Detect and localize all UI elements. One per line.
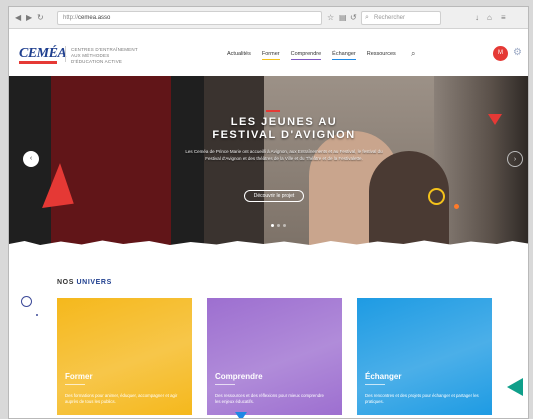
forward-arrow-icon[interactable]: ▶ (26, 13, 32, 23)
nav-item[interactable]: Ressources (367, 51, 396, 57)
hero-description: Les Ceméa de Prince Marie ont accueilli … (185, 149, 383, 161)
reload-small-icon[interactable]: ↺ (350, 13, 357, 23)
decorative-blue-ring (21, 296, 32, 307)
hero-banner: LES JEUNES AU FESTIVAL D'AVIGNON Les Cem… (9, 76, 528, 246)
logo-text: CEMÉA (19, 46, 67, 61)
user-avatar[interactable]: M (493, 46, 508, 61)
nav-item-underline (332, 59, 356, 60)
card-underline (65, 384, 85, 385)
site-header: CEMÉA CENTRES D'ENTRAÎNEMENT AUX MÉTHODE… (9, 30, 528, 76)
nav-item[interactable]: Comprendre (290, 51, 322, 60)
logo-separator (65, 46, 66, 62)
card-underline (365, 384, 385, 385)
card-former[interactable]: Former Des formations pour animer, éduqu… (57, 298, 192, 415)
carousel-dot[interactable] (271, 224, 274, 227)
nav-item-underline (290, 59, 322, 60)
hero-title-line-2: FESTIVAL D'AVIGNON (212, 129, 356, 141)
card-label: Former (65, 372, 93, 381)
site-tagline: CENTRES D'ENTRAÎNEMENT AUX MÉTHODES D'ÉD… (71, 47, 138, 64)
decorative-red-triangle (36, 161, 74, 209)
nav-item-underline (261, 59, 280, 60)
main-nav: Actualités Former Comprendre Échanger Ressou… (227, 51, 396, 60)
section-title-univers: NOS UNIVERS (57, 279, 112, 286)
card-label: Comprendre (215, 372, 263, 381)
logo-red-bar (19, 61, 57, 64)
decorative-yellow-ring (428, 188, 445, 205)
hero-red-texture (51, 76, 171, 246)
carousel-dot[interactable] (283, 224, 286, 227)
card-comprendre[interactable]: Comprendre Des ressources et des réflexi… (207, 298, 342, 415)
back-arrow-icon[interactable]: ◀ (15, 13, 21, 23)
settings-gear-icon[interactable]: ⚙ (513, 47, 522, 58)
menu-icon[interactable]: ≡ (501, 13, 506, 23)
home-icon[interactable]: ⌂ (487, 13, 492, 23)
hero-title-line-1: LES JEUNES AU (230, 116, 338, 128)
card-text: Des rencontres et des projets pour échan… (365, 393, 479, 404)
browser-window: ◀ ▶ ↻ http://cemea.asso ☆ ▤ ↺ ⌕ Recherch… (8, 6, 529, 419)
card-label: Échanger (365, 372, 402, 381)
decorative-small-red-triangle (488, 114, 502, 125)
nav-item[interactable]: Actualités (227, 51, 251, 57)
nav-item[interactable]: Échanger (332, 51, 356, 60)
search-placeholder: Rechercher (374, 15, 406, 21)
decorative-green-triangle (507, 378, 523, 396)
decorative-blue-triangle (235, 412, 247, 418)
search-icon: ⌕ (365, 14, 369, 21)
site-logo[interactable]: CEMÉA (19, 44, 67, 64)
section-title-accent: UNIVERS (76, 279, 112, 286)
url-domain: cemea.asso (78, 15, 111, 21)
hero-title-accent (266, 110, 280, 112)
browser-toolbar: ◀ ▶ ↻ http://cemea.asso ☆ ▤ ↺ ⌕ Recherch… (9, 7, 528, 29)
browser-search-box[interactable]: ⌕ Rechercher (361, 11, 441, 25)
url-prefix: http:// (63, 15, 79, 21)
address-bar[interactable]: http://cemea.asso (57, 11, 322, 25)
card-underline (215, 384, 235, 385)
card-echanger[interactable]: Échanger Des rencontres et des projets p… (357, 298, 492, 415)
hero-title: LES JEUNES AU FESTIVAL D'AVIGNON (169, 116, 399, 142)
nav-item[interactable]: Former (261, 51, 280, 60)
carousel-dots (271, 224, 286, 227)
decorative-orange-dot (454, 204, 459, 209)
download-icon[interactable]: ↓ (475, 13, 479, 23)
carousel-prev-button[interactable]: ‹ (23, 151, 39, 167)
decorative-blue-dot (36, 314, 38, 316)
refresh-icon[interactable]: ↻ (37, 13, 44, 23)
carousel-next-button[interactable]: › (507, 151, 523, 167)
card-text: Des ressources et des réflexions pour mi… (215, 393, 324, 404)
hero-cta-button[interactable]: Découvrir le projet (244, 190, 304, 202)
bookmark-star-icon[interactable]: ☆ (327, 13, 334, 23)
site-search-icon[interactable]: ⌕ (411, 49, 415, 59)
section-title-prefix: NOS (57, 279, 77, 286)
card-text: Des formations pour animer, éduquer, acc… (65, 393, 178, 404)
carousel-dot[interactable] (277, 224, 280, 227)
reader-icon[interactable]: ▤ (339, 13, 347, 23)
